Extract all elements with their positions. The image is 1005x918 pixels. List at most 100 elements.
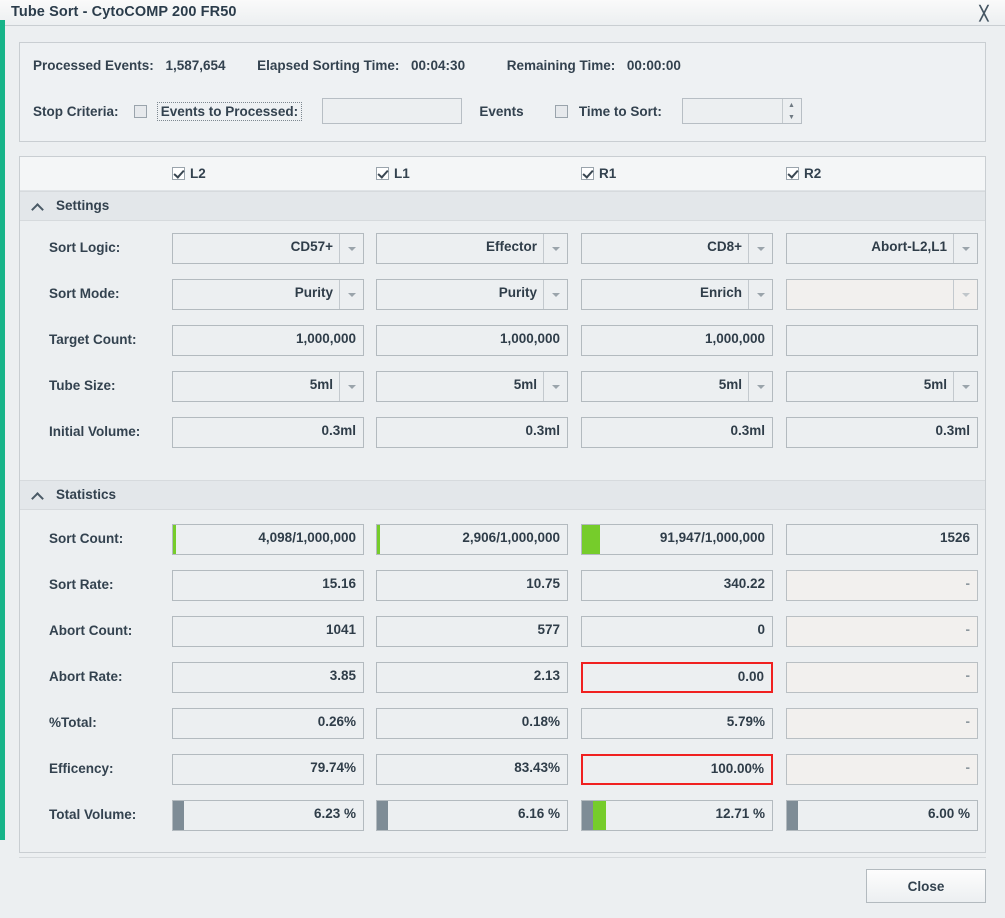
close-icon[interactable]: ╳ xyxy=(973,4,995,22)
field-value[interactable] xyxy=(786,325,978,356)
time-to-sort-input[interactable]: ▲ ▼ xyxy=(681,98,802,124)
field-value[interactable]: 1,000,000 xyxy=(581,325,773,356)
status-row-top: Processed Events: 1,587,654 Elapsed Sort… xyxy=(33,57,681,77)
field-dropdown[interactable]: 5ml xyxy=(581,371,773,402)
settings-section-header[interactable]: Settings xyxy=(20,191,985,221)
statistics-section-header[interactable]: Statistics xyxy=(20,480,985,510)
field-value[interactable]: - xyxy=(786,570,978,601)
spinner-down-icon[interactable]: ▼ xyxy=(788,114,795,121)
field-value[interactable]: 0.3ml xyxy=(172,417,364,448)
column-checkbox-r2[interactable]: R2 xyxy=(786,165,821,181)
time-to-sort-checkbox[interactable] xyxy=(555,104,569,118)
remaining-time-value: 00:00:00 xyxy=(626,58,681,74)
chevron-down-icon[interactable] xyxy=(748,234,772,263)
checkbox-icon[interactable] xyxy=(376,166,389,180)
chevron-down-icon[interactable] xyxy=(953,280,977,309)
close-button[interactable]: Close xyxy=(866,869,986,903)
field-value[interactable]: 6.00 % xyxy=(786,800,978,831)
chevron-up-icon[interactable] xyxy=(32,202,46,211)
field-value[interactable]: 0.26% xyxy=(172,708,364,739)
field-value[interactable]: 15.16 xyxy=(172,570,364,601)
chevron-down-icon[interactable] xyxy=(748,372,772,401)
field-text: 5ml xyxy=(513,377,537,392)
chevron-up-icon[interactable] xyxy=(32,491,46,500)
field-dropdown[interactable]: 5ml xyxy=(786,371,978,402)
checkbox-icon[interactable] xyxy=(172,166,185,180)
chevron-down-icon[interactable] xyxy=(953,234,977,263)
column-checkbox-r1[interactable]: R1 xyxy=(581,165,616,181)
field-value[interactable]: 2.13 xyxy=(376,662,568,693)
events-to-processed-label-focus[interactable]: Events to Processed: xyxy=(156,101,303,121)
field-text: - xyxy=(965,760,971,775)
field-value[interactable]: 0.00 xyxy=(581,662,773,693)
chevron-down-icon[interactable] xyxy=(543,280,567,309)
field-value[interactable]: 4,098/1,000,000 xyxy=(172,524,364,555)
field-dropdown[interactable]: Enrich xyxy=(581,279,773,310)
field-value[interactable]: - xyxy=(786,616,978,647)
field-value[interactable]: 5.79% xyxy=(581,708,773,739)
settings-row-label-0: Sort Logic: xyxy=(49,240,121,255)
volume-indicator-bar xyxy=(173,801,184,830)
field-dropdown[interactable]: 5ml xyxy=(376,371,568,402)
field-text: 100.00% xyxy=(710,761,764,776)
field-text: 2,906/1,000,000 xyxy=(462,530,560,545)
chevron-down-icon[interactable] xyxy=(543,234,567,263)
field-dropdown[interactable]: Abort-L2,L1 xyxy=(786,233,978,264)
field-value[interactable]: - xyxy=(786,754,978,785)
events-to-processed-input[interactable] xyxy=(321,98,462,124)
field-value[interactable]: 3.85 xyxy=(172,662,364,693)
checkbox-icon[interactable] xyxy=(786,166,799,180)
field-value[interactable]: 0.3ml xyxy=(786,417,978,448)
field-value[interactable]: 2,906/1,000,000 xyxy=(376,524,568,555)
spinner-up-icon[interactable]: ▲ xyxy=(788,102,795,109)
chevron-down-icon[interactable] xyxy=(339,234,363,263)
field-value[interactable]: 6.16 % xyxy=(376,800,568,831)
checkbox-icon[interactable] xyxy=(581,166,594,180)
chevron-down-icon[interactable] xyxy=(339,280,363,309)
field-value[interactable]: 0 xyxy=(581,616,773,647)
chevron-down-icon[interactable] xyxy=(339,372,363,401)
events-to-processed-checkbox[interactable] xyxy=(134,104,148,118)
field-value[interactable]: 12.71 % xyxy=(581,800,773,831)
time-spinner-buttons[interactable]: ▲ ▼ xyxy=(781,99,801,123)
field-dropdown[interactable]: Purity xyxy=(172,279,364,310)
field-text: Purity xyxy=(498,285,537,300)
field-dropdown[interactable] xyxy=(786,279,978,310)
field-value[interactable]: 10.75 xyxy=(376,570,568,601)
field-value[interactable]: - xyxy=(786,662,978,693)
field-value[interactable]: 91,947/1,000,000 xyxy=(581,524,773,555)
field-value[interactable]: 83.43% xyxy=(376,754,568,785)
chevron-down-icon[interactable] xyxy=(543,372,567,401)
field-text: 4,098/1,000,000 xyxy=(258,530,356,545)
field-dropdown[interactable]: Purity xyxy=(376,279,568,310)
field-value[interactable]: 6.23 % xyxy=(172,800,364,831)
field-text: 0.26% xyxy=(317,714,356,729)
column-header-row: L2 L1 R1 R2 xyxy=(20,157,985,191)
field-value[interactable]: 79.74% xyxy=(172,754,364,785)
statistics-row-label-5: Efficency: xyxy=(49,761,114,776)
field-value[interactable]: 100.00% xyxy=(581,754,773,785)
field-value[interactable]: 0.3ml xyxy=(376,417,568,448)
field-value[interactable]: 1,000,000 xyxy=(376,325,568,356)
column-checkbox-l1[interactable]: L1 xyxy=(376,165,410,181)
field-dropdown[interactable]: CD8+ xyxy=(581,233,773,264)
field-value[interactable]: 340.22 xyxy=(581,570,773,601)
field-value[interactable]: 1526 xyxy=(786,524,978,555)
field-dropdown[interactable]: Effector xyxy=(376,233,568,264)
field-value[interactable]: 0.3ml xyxy=(581,417,773,448)
field-text: 1,000,000 xyxy=(499,331,560,346)
field-value[interactable]: 1041 xyxy=(172,616,364,647)
field-dropdown[interactable]: CD57+ xyxy=(172,233,364,264)
field-value[interactable]: 0.18% xyxy=(376,708,568,739)
statistics-section-title: Statistics xyxy=(56,487,117,502)
field-value[interactable]: 1,000,000 xyxy=(172,325,364,356)
field-dropdown[interactable]: 5ml xyxy=(172,371,364,402)
chevron-down-icon[interactable] xyxy=(953,372,977,401)
statistics-row-label-6: Total Volume: xyxy=(49,807,137,822)
field-text: 2.13 xyxy=(533,668,560,683)
field-value[interactable]: 577 xyxy=(376,616,568,647)
column-checkbox-l2[interactable]: L2 xyxy=(172,165,206,181)
field-value[interactable]: - xyxy=(786,708,978,739)
field-text: 91,947/1,000,000 xyxy=(659,530,765,545)
chevron-down-icon[interactable] xyxy=(748,280,772,309)
